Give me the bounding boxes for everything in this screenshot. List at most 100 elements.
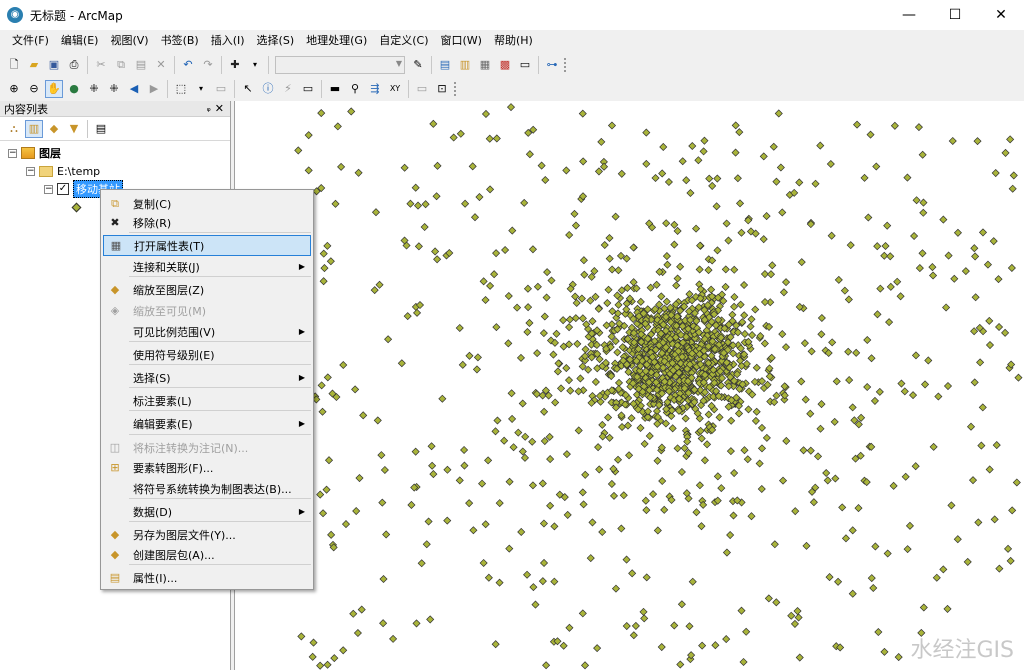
add-data-icon[interactable]: ✚ [226, 56, 244, 74]
zoom-in-icon[interactable]: ⊕ [5, 80, 23, 98]
minimize-button[interactable]: — [886, 0, 932, 30]
point-feature [1012, 478, 1021, 487]
menu-file[interactable]: 文件(F) [6, 31, 55, 51]
context-menu-item[interactable]: 连接和关联(J) ▶ [103, 256, 311, 277]
back-extent-icon[interactable]: ◀ [125, 80, 143, 98]
map-scale-combo[interactable]: ▼ [275, 56, 405, 74]
hyperlink-icon[interactable]: ⚡ [279, 80, 297, 98]
point-symbol-icon[interactable] [71, 202, 82, 212]
save-icon[interactable]: ▣ [45, 56, 63, 74]
python-window-icon[interactable]: ▭ [516, 56, 534, 74]
create-viewer-icon[interactable]: ⊡ [433, 80, 451, 98]
point-feature [1007, 263, 1016, 272]
list-by-drawing-order-icon[interactable]: ⛬ [5, 120, 23, 138]
chevron-down-icon[interactable]: ▾ [246, 56, 264, 74]
point-feature [591, 292, 600, 301]
context-menu-item[interactable]: 可见比例范围(V) ▶ [103, 321, 311, 342]
collapse-icon[interactable]: − [44, 184, 53, 194]
collapse-icon[interactable]: − [26, 166, 35, 176]
context-menu-item[interactable]: 标注要素(L) [103, 390, 311, 411]
context-menu-item[interactable]: ⊞ 要素转图形(F)... [103, 457, 311, 478]
identify-icon[interactable]: ⓘ [259, 80, 277, 98]
redo-icon[interactable]: ↷ [199, 56, 217, 74]
collapse-icon[interactable]: − [8, 148, 17, 158]
point-feature [914, 123, 923, 132]
menu-customize[interactable]: 自定义(C) [373, 31, 434, 51]
paste-icon[interactable]: ▤ [132, 56, 150, 74]
close-icon[interactable]: ✕ [215, 102, 224, 115]
point-feature [484, 573, 493, 582]
select-elements-icon[interactable]: ↖ [239, 80, 257, 98]
search-window-icon[interactable]: ▦ [476, 56, 494, 74]
list-by-selection-icon[interactable]: ▼ [65, 120, 83, 138]
toolbar-grip[interactable] [454, 82, 460, 96]
menu-view[interactable]: 视图(V) [104, 31, 154, 51]
fixed-zoom-out-icon[interactable]: ⁜ [105, 80, 123, 98]
context-menu-item[interactable]: 将符号系统转换为制图表达(B)... [103, 478, 311, 499]
delete-icon[interactable]: ✕ [152, 56, 170, 74]
pin-icon[interactable]: ᵩ [207, 103, 211, 114]
editor-toolbar-icon[interactable]: ✎ [409, 56, 427, 74]
context-menu-item[interactable]: ▤ 属性(I)... [103, 567, 311, 588]
find-route-icon[interactable]: ⇶ [366, 80, 384, 98]
pan-icon[interactable]: ✋ [45, 80, 63, 98]
toc-options-icon[interactable]: ▤ [92, 120, 110, 138]
context-menu-item[interactable]: 编辑要素(E) ▶ [103, 413, 311, 434]
map-view[interactable] [234, 101, 1024, 670]
copy-icon[interactable]: ⧉ [112, 56, 130, 74]
menu-bookmarks[interactable]: 书签(B) [155, 31, 205, 51]
list-by-source-icon[interactable]: ▥ [25, 119, 43, 138]
arctoolbox-icon[interactable]: ▩ [496, 56, 514, 74]
menu-help[interactable]: 帮助(H) [488, 31, 539, 51]
tree-row-layers[interactable]: − 图层 [8, 145, 61, 161]
point-feature [297, 632, 306, 641]
cut-icon[interactable]: ✂ [92, 56, 110, 74]
menu-windows[interactable]: 窗口(W) [435, 31, 488, 51]
context-menu-item[interactable]: ◆ 创建图层包(A)... [103, 544, 311, 565]
new-document-icon[interactable]: 🗋 [5, 56, 23, 74]
context-menu-item[interactable]: ◆ 另存为图层文件(Y)... [103, 524, 311, 545]
context-menu-item[interactable]: ✖ 移除(R) [103, 212, 311, 233]
toc-header: 内容列表 ᵩ ✕ [0, 101, 230, 117]
go-to-xy-icon[interactable]: XY [386, 80, 404, 98]
context-menu-item[interactable]: ◆ 缩放至图层(Z) [103, 279, 311, 300]
print-icon[interactable]: ⎙ [65, 56, 83, 74]
context-menu-item[interactable]: ▦ 打开属性表(T) [103, 235, 311, 256]
context-menu-item[interactable]: 选择(S) ▶ [103, 367, 311, 388]
measure-icon[interactable]: ▬ [326, 80, 344, 98]
point-feature [491, 427, 500, 436]
list-by-visibility-icon[interactable]: ◆ [45, 120, 63, 138]
context-menu-item[interactable]: 数据(D) ▶ [103, 501, 311, 522]
point-feature [963, 557, 972, 566]
layer-visibility-checkbox[interactable]: ✓ [57, 183, 69, 195]
point-feature [559, 641, 568, 650]
html-popup-icon[interactable]: ▭ [299, 80, 317, 98]
full-extent-icon[interactable]: ● [65, 80, 83, 98]
menu-edit[interactable]: 编辑(E) [55, 31, 105, 51]
menu-selection[interactable]: 选择(S) [251, 31, 301, 51]
context-menu-item[interactable]: ⧉ 复制(C) [103, 193, 311, 214]
fixed-zoom-in-icon[interactable]: ⁜ [85, 80, 103, 98]
point-feature [591, 377, 600, 386]
point-feature [492, 323, 501, 332]
maximize-button[interactable]: ☐ [932, 0, 978, 30]
modelbuilder-icon[interactable]: ⊶ [543, 56, 561, 74]
close-button[interactable]: ✕ [978, 0, 1024, 30]
forward-extent-icon[interactable]: ▶ [145, 80, 163, 98]
toc-window-icon[interactable]: ▤ [436, 56, 454, 74]
find-icon[interactable]: ⚲ [346, 80, 364, 98]
context-menu-item[interactable]: 使用符号级别(E) [103, 344, 311, 365]
tree-row-folder[interactable]: − E:\temp [26, 163, 100, 179]
toolbar-grip[interactable] [564, 58, 570, 72]
zoom-out-icon[interactable]: ⊖ [25, 80, 43, 98]
open-folder-icon[interactable]: ▰ [25, 56, 43, 74]
catalog-window-icon[interactable]: ▥ [456, 56, 474, 74]
select-features-icon[interactable]: ⬚ [172, 80, 190, 98]
menu-insert[interactable]: 插入(I) [205, 31, 251, 51]
menu-geoprocessing[interactable]: 地理处理(G) [300, 31, 373, 51]
undo-icon[interactable]: ↶ [179, 56, 197, 74]
point-feature [641, 496, 650, 505]
time-slider-icon[interactable]: ▭ [413, 80, 431, 98]
chevron-down-icon[interactable]: ▾ [192, 80, 210, 98]
clear-selection-icon[interactable]: ▭ [212, 80, 230, 98]
